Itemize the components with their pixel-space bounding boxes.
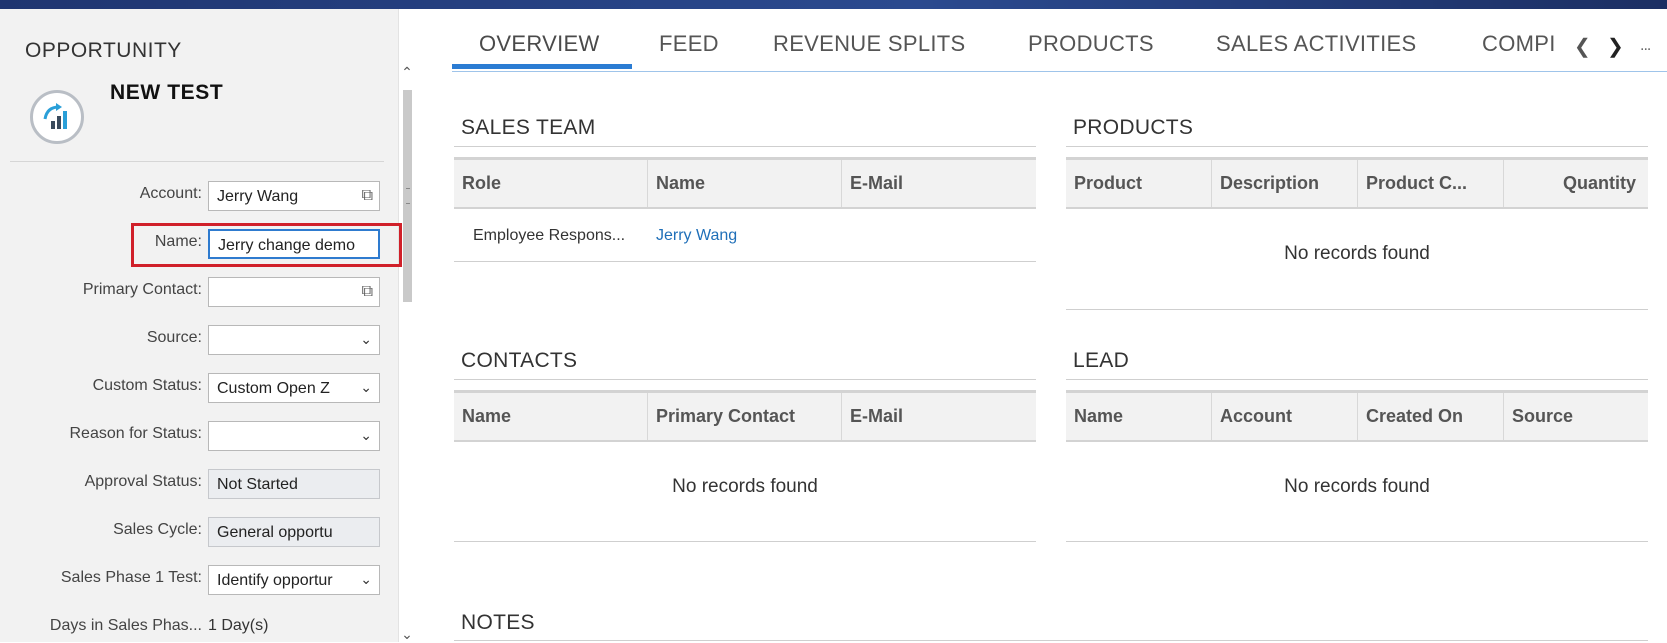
column-header-role[interactable]: Role bbox=[454, 160, 648, 207]
contacts-title: CONTACTS bbox=[461, 349, 578, 372]
object-name: NEW TEST bbox=[110, 81, 224, 104]
account-value: Jerry Wang bbox=[217, 188, 299, 205]
chevron-down-icon[interactable]: ⌄ bbox=[360, 379, 372, 396]
tab-sales-activities[interactable]: SALES ACTIVITIES bbox=[1216, 31, 1416, 57]
custom-status-select[interactable]: Custom Open Z ⌄ bbox=[208, 373, 380, 403]
sales-cycle-label: Sales Cycle: bbox=[113, 521, 202, 538]
value-help-icon[interactable]: ⧉ bbox=[362, 187, 373, 205]
column-header-account[interactable]: Account bbox=[1212, 393, 1358, 440]
reason-for-status-label: Reason for Status: bbox=[69, 425, 202, 442]
column-header-created-on[interactable]: Created On bbox=[1358, 393, 1504, 440]
chevron-down-icon[interactable]: ⌄ bbox=[360, 571, 372, 588]
top-banner bbox=[0, 0, 1667, 9]
section-divider bbox=[454, 640, 1648, 641]
column-header-email[interactable]: E-Mail bbox=[842, 160, 1036, 207]
products-empty-message: No records found bbox=[1284, 243, 1430, 264]
lead-title: LEAD bbox=[1073, 349, 1130, 372]
account-field[interactable]: Jerry Wang ⧉ bbox=[208, 181, 380, 211]
approval-status-value: Not Started bbox=[217, 476, 298, 493]
object-type-label: OPPORTUNITY bbox=[25, 39, 182, 62]
column-header-product-category[interactable]: Product C... bbox=[1358, 160, 1504, 207]
section-divider bbox=[1066, 379, 1648, 380]
tab-feed[interactable]: FEED bbox=[659, 31, 719, 57]
tab-baseline bbox=[452, 71, 1667, 72]
account-label: Account: bbox=[139, 185, 202, 202]
days-in-phase-label: Days in Sales Phas... bbox=[49, 617, 202, 634]
lead-table-header: Name Account Created On Source bbox=[1066, 390, 1648, 442]
tab-overflow[interactable]: COMPI bbox=[1482, 31, 1556, 57]
column-header-product[interactable]: Product bbox=[1066, 160, 1212, 207]
reason-for-status-select[interactable]: ⌄ bbox=[208, 421, 380, 451]
scroll-up-icon[interactable]: ⌃ bbox=[398, 64, 416, 80]
section-divider bbox=[454, 146, 1036, 147]
approval-status-field: Not Started bbox=[208, 469, 380, 499]
column-header-email[interactable]: E-Mail bbox=[842, 393, 1036, 440]
sales-cycle-field: General opportu bbox=[208, 517, 380, 547]
products-title: PRODUCTS bbox=[1073, 116, 1194, 139]
sales-phase-label: Sales Phase 1 Test: bbox=[60, 569, 202, 586]
column-header-name[interactable]: Name bbox=[454, 393, 648, 440]
column-header-description[interactable]: Description bbox=[1212, 160, 1358, 207]
chevron-right-icon[interactable]: ❯ bbox=[1607, 34, 1624, 59]
header-divider bbox=[10, 161, 384, 162]
more-tabs-icon[interactable]: ... bbox=[1640, 37, 1651, 55]
tab-bar: OVERVIEW FEED REVENUE SPLITS PRODUCTS SA… bbox=[452, 9, 1667, 73]
contacts-empty-message: No records found bbox=[672, 476, 818, 497]
section-divider bbox=[1066, 146, 1648, 147]
days-in-phase-value: 1 Day(s) bbox=[208, 617, 269, 634]
tab-revenue-splits[interactable]: REVENUE SPLITS bbox=[773, 31, 965, 57]
sales-phase-select[interactable]: Identify opportur ⌄ bbox=[208, 565, 380, 595]
column-header-quantity[interactable]: Quantity bbox=[1504, 160, 1648, 207]
sales-team-name-link[interactable]: Jerry Wang bbox=[656, 227, 737, 245]
table-bottom-border bbox=[1066, 309, 1648, 310]
tab-products[interactable]: PRODUCTS bbox=[1028, 31, 1154, 57]
contacts-table-header: Name Primary Contact E-Mail bbox=[454, 390, 1036, 442]
chevron-left-icon[interactable]: ❮ bbox=[1574, 34, 1591, 59]
products-table-header: Product Description Product C... Quantit… bbox=[1066, 157, 1648, 209]
column-header-primary-contact[interactable]: Primary Contact bbox=[648, 393, 842, 440]
scroll-down-icon[interactable]: ⌄ bbox=[398, 626, 416, 642]
sales-team-table-header: Role Name E-Mail bbox=[454, 157, 1036, 209]
column-header-name[interactable]: Name bbox=[648, 160, 842, 207]
sales-phase-value: Identify opportur bbox=[217, 572, 333, 589]
value-help-icon[interactable]: ⧉ bbox=[362, 283, 373, 301]
table-bottom-border bbox=[1066, 541, 1648, 542]
approval-status-label: Approval Status: bbox=[84, 473, 202, 490]
primary-contact-label: Primary Contact: bbox=[82, 281, 202, 298]
column-header-name[interactable]: Name bbox=[1066, 393, 1212, 440]
lead-empty-message: No records found bbox=[1284, 476, 1430, 497]
sales-cycle-value: General opportu bbox=[217, 524, 333, 541]
sales-team-role-cell: Employee Respons... bbox=[473, 227, 626, 244]
custom-status-value: Custom Open Z bbox=[217, 380, 330, 397]
active-tab-indicator bbox=[452, 64, 632, 69]
opportunity-icon bbox=[30, 90, 84, 144]
section-divider bbox=[454, 379, 1036, 380]
name-field-highlight bbox=[131, 223, 402, 267]
column-header-source[interactable]: Source bbox=[1504, 393, 1648, 440]
chevron-down-icon[interactable]: ⌄ bbox=[360, 331, 372, 348]
sales-team-title: SALES TEAM bbox=[461, 116, 596, 139]
source-select[interactable]: ⌄ bbox=[208, 325, 380, 355]
left-panel-scrollbar[interactable]: ⌃ ⌄ bbox=[398, 64, 416, 642]
notes-title: NOTES bbox=[461, 611, 535, 634]
scroll-grip-icon bbox=[406, 188, 410, 204]
primary-contact-field[interactable]: ⧉ bbox=[208, 277, 380, 307]
chevron-down-icon[interactable]: ⌄ bbox=[360, 427, 372, 444]
source-label: Source: bbox=[146, 329, 202, 346]
table-bottom-border bbox=[454, 261, 1036, 262]
custom-status-label: Custom Status: bbox=[92, 377, 202, 394]
table-bottom-border bbox=[454, 541, 1036, 542]
tab-overview[interactable]: OVERVIEW bbox=[479, 31, 600, 57]
